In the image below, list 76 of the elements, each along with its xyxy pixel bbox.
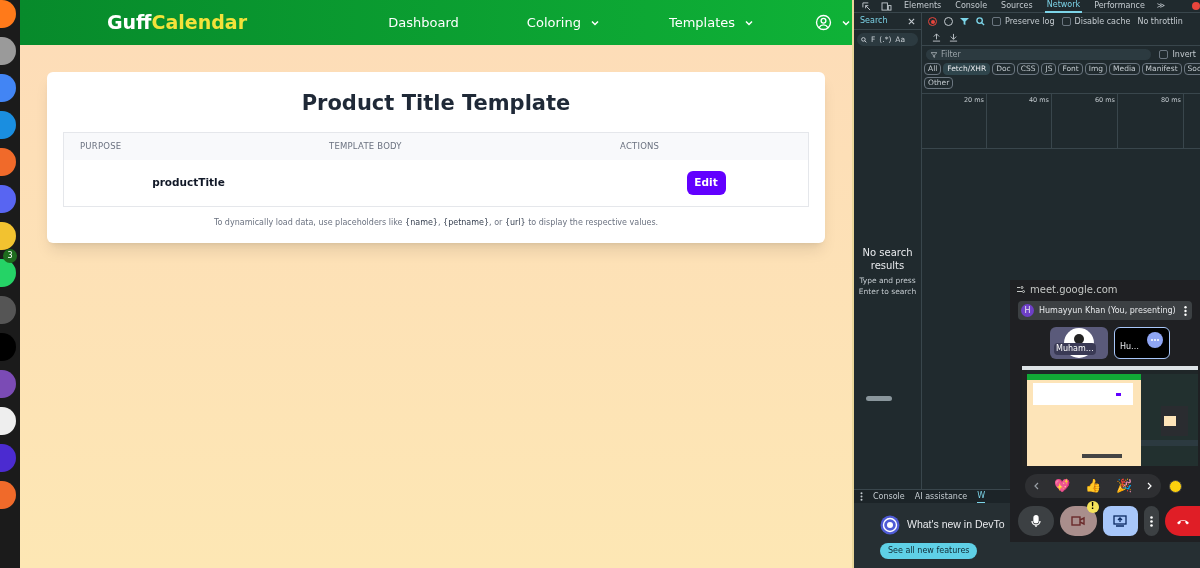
app-icon[interactable] (0, 407, 16, 435)
end-call-button[interactable] (1165, 506, 1200, 536)
camera-button[interactable] (1059, 506, 1097, 536)
more-tabs-button[interactable]: ≫ (1156, 0, 1166, 12)
inspect-icon[interactable] (862, 1, 871, 11)
search-tab[interactable]: Search (860, 15, 888, 27)
empty-title: No search results (861, 246, 914, 272)
search-icon[interactable] (976, 17, 985, 26)
checkbox[interactable] (1061, 17, 1071, 26)
column-header: ACTIONS (619, 139, 661, 153)
placeholder-hint: To dynamically load data, use placeholders like {name}, {petname}, or {url} to display the respective values. (213, 216, 659, 229)
reaction-button[interactable]: 👍 (1085, 476, 1101, 496)
checkbox-label: Preserve log (1005, 15, 1055, 28)
app-icon[interactable] (0, 259, 16, 287)
filter-icon[interactable] (960, 17, 969, 26)
reaction-button[interactable]: 💖 (1054, 476, 1070, 496)
checkbox[interactable] (992, 17, 1001, 26)
more-options-icon[interactable] (1184, 305, 1187, 316)
edit-button[interactable]: Edit (686, 170, 726, 195)
previous-icon[interactable] (1034, 482, 1039, 490)
site-url: meet.google.com (1030, 282, 1118, 297)
see-features-button[interactable]: See all new features (880, 543, 978, 559)
throttling-select[interactable]: No throttlin (1137, 15, 1183, 28)
checkbox-label: Disable cache (1074, 15, 1131, 28)
participant-name: Muham… (1054, 343, 1096, 355)
reaction-button[interactable]: 🎉 (1116, 476, 1132, 496)
warning-badge: ! (1086, 501, 1099, 513)
more-options-button[interactable] (1144, 506, 1160, 536)
page-title: Product Title Template (301, 90, 571, 117)
column-header: TEMPLATE BODY (328, 139, 403, 153)
devtools-tab[interactable]: Elements (902, 0, 944, 13)
present-screen-icon (1113, 515, 1128, 527)
devtools-tab[interactable]: Console (953, 0, 990, 13)
purpose-cell-text: productTitle (152, 174, 225, 190)
notification-badge: 3 (3, 249, 17, 263)
phone-hangup-icon (1175, 517, 1190, 525)
more-icon (1150, 515, 1154, 527)
search-icon (861, 36, 867, 43)
camera-icon (1071, 516, 1086, 526)
column-header: PURPOSE (79, 139, 123, 153)
checkbox[interactable] (1159, 50, 1169, 59)
app-icon[interactable] (0, 0, 16, 28)
chat-bubble-icon (1147, 332, 1163, 348)
devtools-tab[interactable]: Sources (999, 0, 1035, 13)
export-icon[interactable] (949, 33, 958, 42)
presenter-name: Humayyun Khan (You, presenting) (1039, 304, 1177, 317)
microphone-button[interactable] (1018, 506, 1054, 536)
user-menu-button[interactable] (815, 14, 852, 31)
close-icon[interactable] (908, 17, 915, 25)
app-icon[interactable] (0, 222, 16, 250)
filter-field[interactable]: Filter (926, 49, 1152, 60)
app-icon[interactable] (0, 37, 16, 65)
participant-name: Hu… (1119, 341, 1140, 353)
device-toolbar-icon[interactable] (881, 1, 892, 11)
next-icon[interactable] (1147, 482, 1152, 490)
present-button[interactable] (1102, 506, 1139, 536)
funnel-icon (931, 51, 937, 58)
user-icon (815, 14, 832, 31)
error-icon (1192, 2, 1200, 10)
checkbox-label: Invert (1172, 48, 1196, 61)
drawer-tab[interactable]: AI assistance (914, 489, 968, 504)
import-icon[interactable] (932, 33, 941, 42)
brand-logo[interactable]: GuffCalendar (107, 11, 247, 34)
nav-link[interactable]: Dashboard (388, 12, 459, 33)
drawer-tab[interactable]: Console (873, 489, 905, 504)
site-settings-icon[interactable] (1017, 285, 1025, 293)
devtools-tab[interactable]: Network (1044, 0, 1083, 13)
whats-new-title: What's new in DevTo (907, 517, 1005, 533)
chrome-logo-icon (880, 515, 900, 535)
microphone-icon (1030, 515, 1041, 527)
scrollbar[interactable] (866, 396, 892, 401)
participant-tile[interactable]: Hu… (1114, 327, 1170, 359)
drawer-menu-icon[interactable] (860, 492, 863, 501)
participant-tile[interactable]: Muham… (1050, 327, 1108, 359)
avatar-icon: H (1021, 304, 1034, 317)
devtools-tab[interactable]: Performance (1092, 0, 1147, 13)
